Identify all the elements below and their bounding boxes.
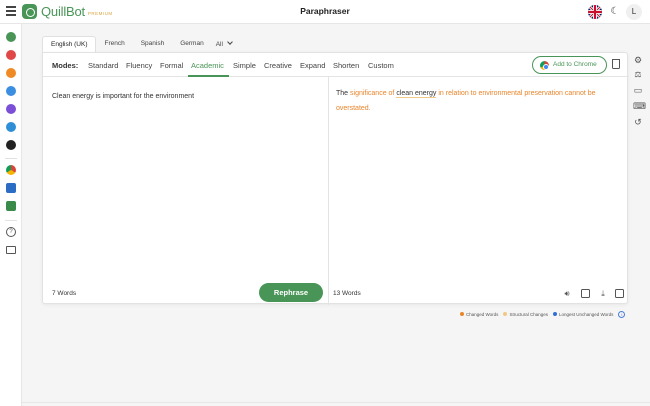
mode-simple[interactable]: Simple [233,61,256,70]
highlight-legend: Changed Words Structural Changes Longest… [460,310,626,318]
output-segment-unchanged[interactable]: clean energy [396,90,437,98]
add-to-chrome-button[interactable]: Add to Chrome [532,56,607,74]
language-tabs: English (UK) French Spanish German All [42,36,233,52]
rephrase-button[interactable]: Rephrase [259,283,323,302]
legend-label: Changed Words [466,311,499,317]
history-icon[interactable]: ↺ [633,117,643,127]
chrome-extension-icon[interactable] [6,165,16,175]
active-mode-indicator [188,75,229,77]
avatar[interactable]: L [626,4,642,20]
mode-shorten[interactable]: Shorten [333,61,359,70]
summarizer-icon[interactable] [6,86,16,96]
word-addin-icon[interactable] [6,183,16,193]
mode-expand[interactable]: Expand [300,61,325,70]
help-icon[interactable]: ? [6,227,16,237]
grammar-icon[interactable] [6,50,16,60]
legend-dot [552,312,557,316]
uk-flag-icon[interactable] [588,5,602,19]
pane-divider[interactable] [328,77,329,305]
mail-icon[interactable] [6,246,16,254]
tone-chart-icon[interactable] [581,289,590,298]
chrome-icon [540,61,549,70]
mode-creative[interactable]: Creative [264,61,292,70]
mode-academic[interactable]: Academic [191,61,224,70]
speaker-icon[interactable]: 🔊︎ [562,289,572,299]
legend-dot [460,312,464,316]
mode-formal[interactable]: Formal [160,61,183,70]
ai-detector-icon[interactable] [6,68,16,78]
all-languages-label: All [215,40,223,48]
output-text[interactable]: The significance of clean energy in rela… [336,87,616,116]
info-icon[interactable]: i [618,310,626,318]
tab-german[interactable]: German [172,36,211,52]
page-title: Paraphraser [300,6,350,16]
ai-humanizer-icon[interactable] [6,140,16,150]
copy-icon[interactable] [615,289,624,298]
modes-label: Modes: [52,61,79,70]
modes-bar: Modes: Standard Fluency Formal Academic … [43,53,629,77]
input-textarea[interactable]: Clean energy is important for the enviro… [52,90,317,104]
legend-changed-words: Changed Words [460,312,498,317]
mode-standard[interactable]: Standard [88,61,118,70]
feedback-icon[interactable]: ▭ [633,85,643,95]
download-icon[interactable]: ⤓ [598,289,608,299]
paraphraser-card: Modes: Standard Fluency Formal Academic … [42,52,629,305]
left-tool-rail: ? [0,24,22,406]
output-word-count: 13 Words [333,290,361,297]
output-segment-plain[interactable]: The [336,90,350,97]
all-languages-dropdown[interactable]: All [212,38,233,48]
bottom-divider [22,402,650,403]
mode-fluency[interactable]: Fluency [126,61,152,70]
top-bar: QuillBot PREMIUM Paraphraser ☾ L [0,0,650,24]
keyboard-icon[interactable]: ⌨ [633,101,646,111]
trash-icon[interactable] [612,59,620,69]
translator-icon[interactable] [6,122,16,132]
legend-dot [503,312,508,316]
input-word-count: 7 Words [52,290,77,297]
add-to-chrome-label: Add to Chrome [553,61,597,68]
output-segment-changed[interactable]: significance of [350,90,394,97]
paraphraser-icon[interactable] [6,32,16,42]
tab-english-uk[interactable]: English (UK) [42,36,97,52]
settings-icon[interactable]: ⚙ [633,55,643,65]
tab-spanish[interactable]: Spanish [133,36,173,52]
legend-label: Longest Unchanged Words [558,311,614,317]
legend-longest-unchanged: Longest Unchanged Words [552,311,614,317]
legend-label: Structural Changes [509,311,548,317]
mode-custom[interactable]: Custom [368,61,394,70]
chevron-down-icon [227,38,233,45]
tab-french[interactable]: French [96,36,132,52]
rail-divider [5,220,17,221]
dark-mode-moon-icon[interactable]: ☾ [609,6,621,18]
rail-divider [5,158,17,159]
mac-app-icon[interactable] [6,201,16,211]
citation-icon[interactable] [6,104,16,114]
legend-structural-changes: Structural Changes [503,312,548,317]
compare-modes-icon[interactable]: ⚖ [633,70,643,80]
